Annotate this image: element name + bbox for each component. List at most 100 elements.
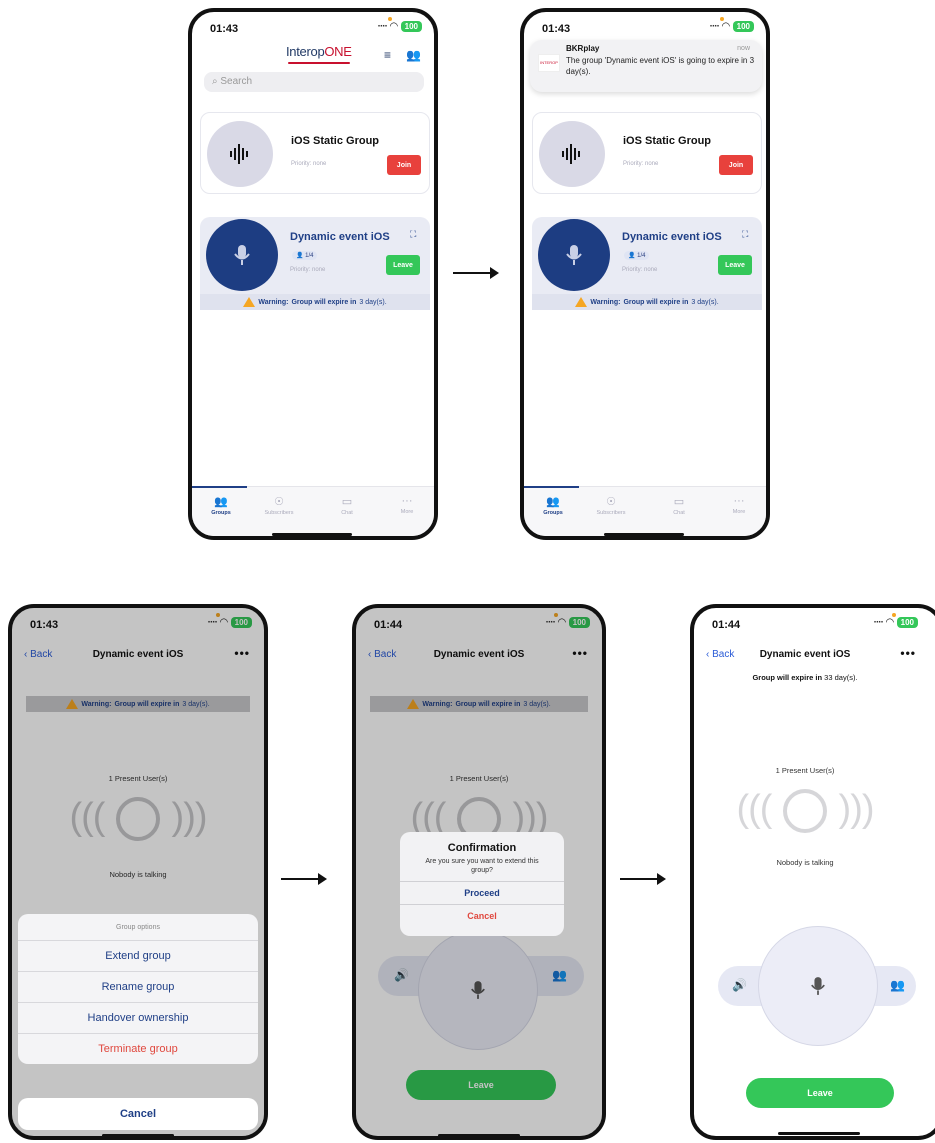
home-indicator bbox=[778, 1132, 860, 1135]
talking-status: Nobody is talking bbox=[776, 858, 834, 867]
status-time: 01:44 bbox=[712, 619, 741, 631]
nav-title: Dynamic event iOS bbox=[759, 649, 851, 660]
terminate-group-option[interactable]: Terminate group bbox=[18, 1033, 258, 1064]
dynamic-group-name: Dynamic event iOS bbox=[290, 231, 390, 243]
home-indicator bbox=[102, 1134, 174, 1136]
flow-arrow-3 bbox=[620, 873, 666, 885]
waveform-icon bbox=[539, 121, 605, 187]
static-group-name: iOS Static Group bbox=[623, 135, 712, 147]
dynamic-group-name: Dynamic event iOS bbox=[622, 231, 722, 243]
search-input[interactable]: ⌕ Search bbox=[204, 72, 424, 92]
tab-more[interactable]: ··· More bbox=[714, 495, 764, 515]
dialog-message: Are you sure you want to extend this gro… bbox=[425, 858, 539, 874]
tab-subscribers[interactable]: ☉ Subscribers bbox=[586, 495, 636, 516]
push-notification[interactable]: INTEROP BKRplay now The group 'Dynamic e… bbox=[530, 40, 762, 92]
status-icons: ···· ◠ 100 bbox=[378, 21, 422, 32]
warning-icon bbox=[575, 297, 588, 307]
wifi-icon: ◠ bbox=[885, 617, 894, 628]
flow-arrow-1 bbox=[453, 267, 499, 279]
app-logo: InteropONE bbox=[286, 44, 352, 59]
microphone-icon bbox=[811, 977, 825, 995]
tab-groups[interactable]: 👥 Groups bbox=[528, 495, 578, 516]
more-options-icon[interactable]: ••• bbox=[900, 646, 916, 660]
phone-notification: 01:43 ···· ◠ 100 INTEROP BKRplay now The g… bbox=[520, 8, 770, 540]
expiry-warning-bar: Warning: Group will expire in 3 day(s). bbox=[200, 294, 430, 310]
wifi-icon: ◠ bbox=[389, 21, 398, 32]
notification-time: now bbox=[737, 45, 750, 52]
static-group-card[interactable]: iOS Static Group Priority: none Join bbox=[200, 112, 430, 194]
nav-bar: ‹ Back Dynamic event iOS ••• bbox=[694, 644, 935, 668]
status-icons: ···· ◠ 100 bbox=[874, 617, 918, 628]
microphone-icon bbox=[206, 219, 278, 291]
filter-icon[interactable]: ≡ bbox=[384, 48, 391, 62]
participants-icon[interactable]: 👥 bbox=[890, 978, 905, 992]
static-group-priority: Priority: none bbox=[623, 161, 659, 167]
static-group-card[interactable]: iOS Static Group Priority: none Join bbox=[532, 112, 762, 194]
waveform-icon bbox=[207, 121, 273, 187]
logo-swoosh bbox=[288, 62, 350, 64]
status-icons: ···· ◠ 100 bbox=[710, 21, 754, 32]
speaker-icon[interactable]: 🔊 bbox=[732, 978, 747, 992]
join-button[interactable]: Join bbox=[387, 155, 421, 175]
rename-group-option[interactable]: Rename group bbox=[18, 971, 258, 1002]
dynamic-group-priority: Priority: none bbox=[290, 267, 326, 273]
chat-icon: ▭ bbox=[673, 496, 685, 508]
battery-icon: 100 bbox=[732, 21, 754, 32]
dialog-title: Confirmation bbox=[447, 842, 517, 854]
leave-group-button[interactable]: Leave bbox=[746, 1078, 894, 1108]
phone-group-list: 01:43 ···· ◠ 100 InteropONE ≡ 👥 ⌕ Search i… bbox=[188, 8, 438, 540]
dynamic-group-priority: Priority: none bbox=[622, 267, 658, 273]
tab-subscribers[interactable]: ☉ Subscribers bbox=[254, 495, 304, 516]
users-icon[interactable]: 👥 bbox=[406, 48, 421, 62]
status-bar: 01:44 ···· ◠ 100 bbox=[694, 608, 935, 636]
subscribers-icon: ☉ bbox=[606, 496, 616, 508]
tab-chat[interactable]: ▭ Chat bbox=[654, 495, 704, 516]
present-users: 1 Present User(s) bbox=[775, 766, 835, 775]
warning-icon bbox=[243, 297, 256, 307]
proceed-button[interactable]: Proceed bbox=[400, 881, 564, 904]
microphone-icon bbox=[538, 219, 610, 291]
phone-extended: 01:44 ···· ◠ 100 ‹ Back Dynamic event iOS … bbox=[690, 604, 935, 1140]
chat-icon: ▭ bbox=[341, 496, 353, 508]
tab-more[interactable]: ··· More bbox=[382, 495, 432, 515]
app-icon: INTEROP bbox=[538, 54, 560, 72]
active-tab-indicator bbox=[524, 486, 579, 488]
tab-chat[interactable]: ▭ Chat bbox=[322, 495, 372, 516]
battery-icon: 100 bbox=[896, 617, 918, 628]
status-time: 01:43 bbox=[210, 23, 239, 35]
active-tab-indicator bbox=[192, 486, 247, 488]
expand-icon[interactable]: ⛶ bbox=[410, 229, 416, 240]
tab-bar: 👥 Groups ☉ Subscribers ▭ Chat ··· More bbox=[524, 486, 766, 536]
phone-group-options: 01:43 ···· ◠ 100 ‹ Back Dynamic event iOS … bbox=[8, 604, 268, 1140]
home-indicator bbox=[438, 1134, 520, 1136]
dialog-cancel-button[interactable]: Cancel bbox=[400, 904, 564, 927]
handover-ownership-option[interactable]: Handover ownership bbox=[18, 1002, 258, 1033]
status-bar: 01:43 ···· ◠ 100 bbox=[192, 12, 434, 40]
push-to-talk-button[interactable] bbox=[758, 926, 878, 1046]
sheet-cancel-button[interactable]: Cancel bbox=[18, 1098, 258, 1130]
confirmation-dialog: Confirmation Are you sure you want to ex… bbox=[400, 832, 564, 936]
extend-group-option[interactable]: Extend group bbox=[18, 940, 258, 971]
static-group-priority: Priority: none bbox=[291, 161, 327, 167]
tab-bar: 👥 Groups ☉ Subscribers ▭ Chat ··· More bbox=[192, 486, 434, 536]
tab-groups[interactable]: 👥 Groups bbox=[196, 495, 246, 516]
wifi-icon: ◠ bbox=[721, 21, 730, 32]
status-bar: 01:43 ···· ◠ 100 bbox=[524, 12, 766, 40]
more-icon: ··· bbox=[733, 495, 745, 507]
subscribers-icon: ☉ bbox=[274, 496, 284, 508]
groups-icon: 👥 bbox=[214, 496, 228, 508]
static-group-name: iOS Static Group bbox=[291, 135, 380, 147]
leave-button[interactable]: Leave bbox=[718, 255, 752, 275]
leave-button[interactable]: Leave bbox=[386, 255, 420, 275]
expand-icon[interactable]: ⛶ bbox=[742, 229, 748, 240]
talk-ripples-icon: ((( ))) bbox=[694, 788, 916, 833]
expiry-info: Group will expire in 33 day(s). bbox=[752, 673, 858, 682]
home-indicator bbox=[604, 533, 684, 536]
flow-arrow-2 bbox=[281, 873, 327, 885]
status-time: 01:43 bbox=[542, 23, 571, 35]
battery-icon: 100 bbox=[400, 21, 422, 32]
group-options-sheet: Group options Extend group Rename group … bbox=[18, 914, 258, 1064]
notification-app: BKRplay bbox=[566, 44, 600, 53]
more-icon: ··· bbox=[401, 495, 413, 507]
join-button[interactable]: Join bbox=[719, 155, 753, 175]
